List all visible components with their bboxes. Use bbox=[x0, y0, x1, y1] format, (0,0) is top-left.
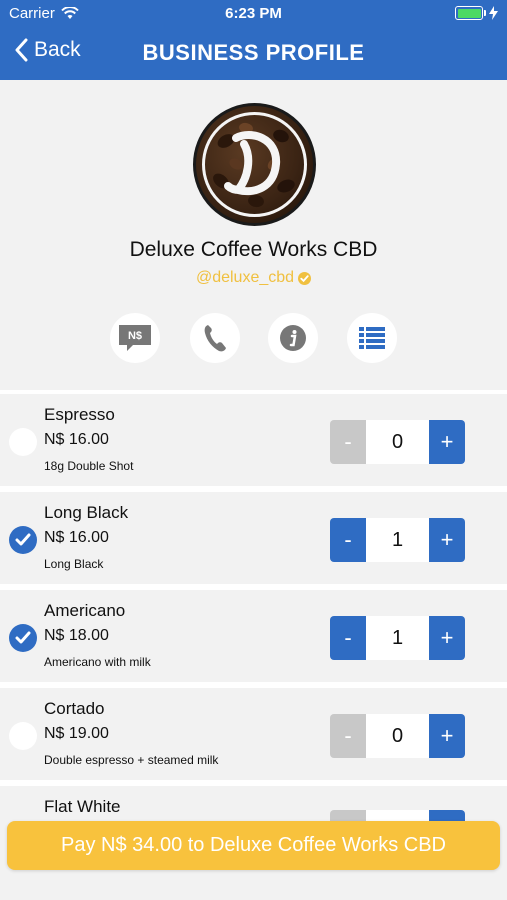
menu-item: Long Black N$ 16.00 Long Black - 1 + bbox=[0, 492, 507, 584]
quantity-value: 1 bbox=[366, 616, 429, 660]
business-profile-section: Deluxe Coffee Works CBD @deluxe_cbd N$ bbox=[0, 80, 507, 390]
menu-list-button[interactable] bbox=[347, 313, 397, 363]
business-logo bbox=[193, 103, 316, 226]
pay-message-button[interactable]: N$ bbox=[110, 313, 160, 363]
business-handle-row: @deluxe_cbd bbox=[0, 269, 507, 287]
action-buttons: N$ bbox=[0, 313, 507, 363]
quantity-stepper: - 0 + bbox=[330, 420, 465, 464]
quantity-value: 0 bbox=[366, 714, 429, 758]
menu-item: Espresso N$ 16.00 18g Double Shot - 0 + bbox=[0, 394, 507, 486]
charging-icon bbox=[489, 6, 498, 20]
money-message-icon: N$ bbox=[119, 325, 151, 351]
item-name: Flat White bbox=[44, 797, 121, 816]
status-bar: Carrier 6:23 PM bbox=[0, 0, 507, 28]
item-price: N$ 16.00 bbox=[44, 529, 109, 546]
header: Carrier 6:23 PM Back BUSINESS PROFILE bbox=[0, 0, 507, 80]
business-name: Deluxe Coffee Works CBD bbox=[129, 238, 378, 261]
quantity-value: 0 bbox=[366, 420, 429, 464]
item-description: Long Black bbox=[44, 557, 104, 571]
increase-button[interactable]: + bbox=[429, 616, 465, 660]
select-item-checkbox[interactable] bbox=[9, 526, 37, 554]
svg-text:N$: N$ bbox=[128, 330, 142, 342]
item-name: Long Black bbox=[44, 503, 129, 522]
checkmark-icon bbox=[15, 631, 31, 644]
call-button[interactable] bbox=[190, 313, 240, 363]
menu-item: Cortado N$ 19.00 Double espresso + steam… bbox=[0, 688, 507, 780]
item-price: N$ 18.00 bbox=[44, 627, 109, 644]
item-description: 18g Double Shot bbox=[44, 459, 134, 473]
increase-button[interactable]: + bbox=[429, 714, 465, 758]
item-description: Double espresso + steamed milk bbox=[44, 753, 219, 767]
quantity-stepper: - 1 + bbox=[330, 518, 465, 562]
quantity-stepper: - 0 + bbox=[330, 714, 465, 758]
info-button[interactable] bbox=[268, 313, 318, 363]
select-item-checkbox[interactable] bbox=[9, 428, 37, 456]
decrease-button[interactable]: - bbox=[330, 616, 366, 660]
item-description: Americano with milk bbox=[44, 655, 151, 669]
item-name: Cortado bbox=[44, 699, 105, 718]
select-item-checkbox[interactable] bbox=[9, 722, 37, 750]
checkmark-icon bbox=[15, 533, 31, 546]
verified-badge-icon bbox=[298, 271, 312, 285]
quantity-value: 1 bbox=[366, 518, 429, 562]
info-icon bbox=[280, 325, 306, 351]
item-name: Espresso bbox=[44, 405, 115, 424]
decrease-button[interactable]: - bbox=[330, 420, 366, 464]
increase-button[interactable]: + bbox=[429, 518, 465, 562]
battery-status bbox=[455, 6, 498, 20]
select-item-checkbox[interactable] bbox=[9, 624, 37, 652]
item-name: Americano bbox=[44, 601, 126, 620]
list-icon bbox=[359, 327, 385, 349]
status-time: 6:23 PM bbox=[225, 5, 282, 22]
battery-icon bbox=[455, 6, 486, 20]
quantity-stepper: - 1 + bbox=[330, 616, 465, 660]
menu-item: Americano N$ 18.00 Americano with milk -… bbox=[0, 590, 507, 682]
increase-button[interactable]: + bbox=[429, 420, 465, 464]
business-handle: @deluxe_cbd bbox=[195, 269, 295, 286]
pay-button[interactable]: Pay N$ 34.00 to Deluxe Coffee Works CBD bbox=[7, 821, 500, 870]
decrease-button[interactable]: - bbox=[330, 714, 366, 758]
item-price: N$ 19.00 bbox=[44, 725, 109, 742]
item-price: N$ 16.00 bbox=[44, 431, 109, 448]
decrease-button[interactable]: - bbox=[330, 518, 366, 562]
phone-icon bbox=[204, 325, 226, 352]
page-title: BUSINESS PROFILE bbox=[142, 40, 365, 65]
navbar: Back BUSINESS PROFILE bbox=[0, 28, 507, 80]
